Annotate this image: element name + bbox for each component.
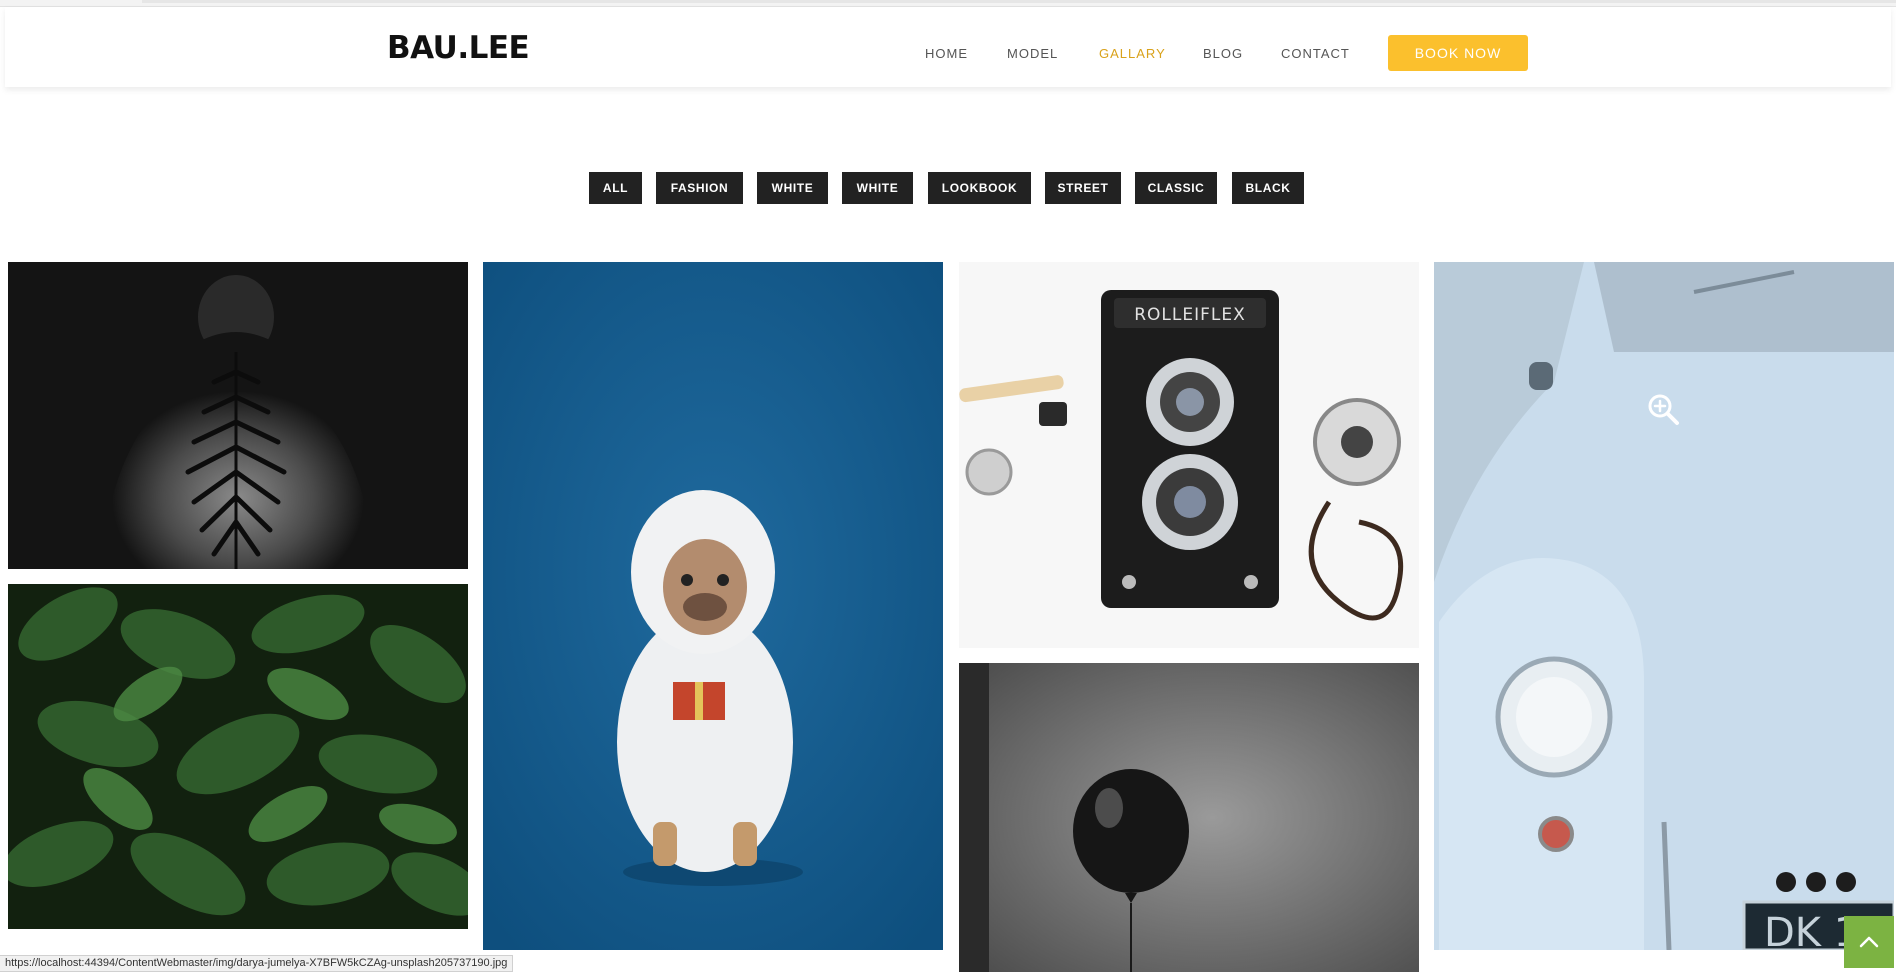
gallery-item-leaves[interactable] <box>8 584 468 929</box>
fern-tattoo-back-photo <box>8 262 468 569</box>
black-balloon-photo <box>959 663 1419 972</box>
gallery-filter-bar: ALL FASHION WHITE WHITE LOOKBOOK STREET … <box>0 172 1896 204</box>
book-now-button[interactable]: BOOK NOW <box>1388 35 1528 71</box>
filter-lookbook-button[interactable]: LOOKBOOK <box>928 172 1031 204</box>
filter-street-button[interactable]: STREET <box>1045 172 1121 204</box>
gallery-item-balloon[interactable] <box>959 663 1419 972</box>
gallery-item-dog-costume[interactable] <box>483 262 943 950</box>
site-logo[interactable]: BAU.LEE <box>387 30 530 66</box>
nav-item-blog[interactable]: BLOG <box>1203 46 1243 61</box>
scroll-to-top-button[interactable] <box>1844 916 1894 968</box>
gallery-item-camera[interactable]: ROLLEIFLEX <box>959 262 1419 648</box>
dog-in-sheep-costume-photo <box>483 262 943 950</box>
rolleiflex-camera-photo: ROLLEIFLEX <box>959 262 1419 648</box>
filter-black-button[interactable]: BLACK <box>1232 172 1304 204</box>
browser-status-url: https://localhost:44394/ContentWebmaster… <box>0 955 514 972</box>
nav-item-model[interactable]: MODEL <box>1007 46 1058 61</box>
browser-top-strip <box>0 0 1896 7</box>
site-header: BAU.LEE HOME MODEL GALLARY BLOG CONTACT … <box>5 7 1891 87</box>
gallery-item-vw-beetle[interactable]: DK 19 <box>1434 262 1894 950</box>
zoom-in-icon[interactable] <box>1646 392 1680 426</box>
green-leaves-photo <box>8 584 468 929</box>
nav-item-home[interactable]: HOME <box>925 46 968 61</box>
nav-item-contact[interactable]: CONTACT <box>1281 46 1350 61</box>
chevron-up-icon <box>1859 936 1879 948</box>
blue-vw-beetle-photo: DK 19 <box>1434 262 1894 950</box>
filter-classic-button[interactable]: CLASSIC <box>1135 172 1217 204</box>
camera-brand-text: ROLLEIFLEX <box>1134 305 1246 325</box>
filter-white-button[interactable]: WHITE <box>757 172 828 204</box>
filter-white-button-2[interactable]: WHITE <box>842 172 913 204</box>
nav-item-gallary[interactable]: GALLARY <box>1099 46 1166 61</box>
gallery-item-fern-tattoo[interactable] <box>8 262 468 569</box>
filter-fashion-button[interactable]: FASHION <box>656 172 743 204</box>
filter-all-button[interactable]: ALL <box>589 172 642 204</box>
